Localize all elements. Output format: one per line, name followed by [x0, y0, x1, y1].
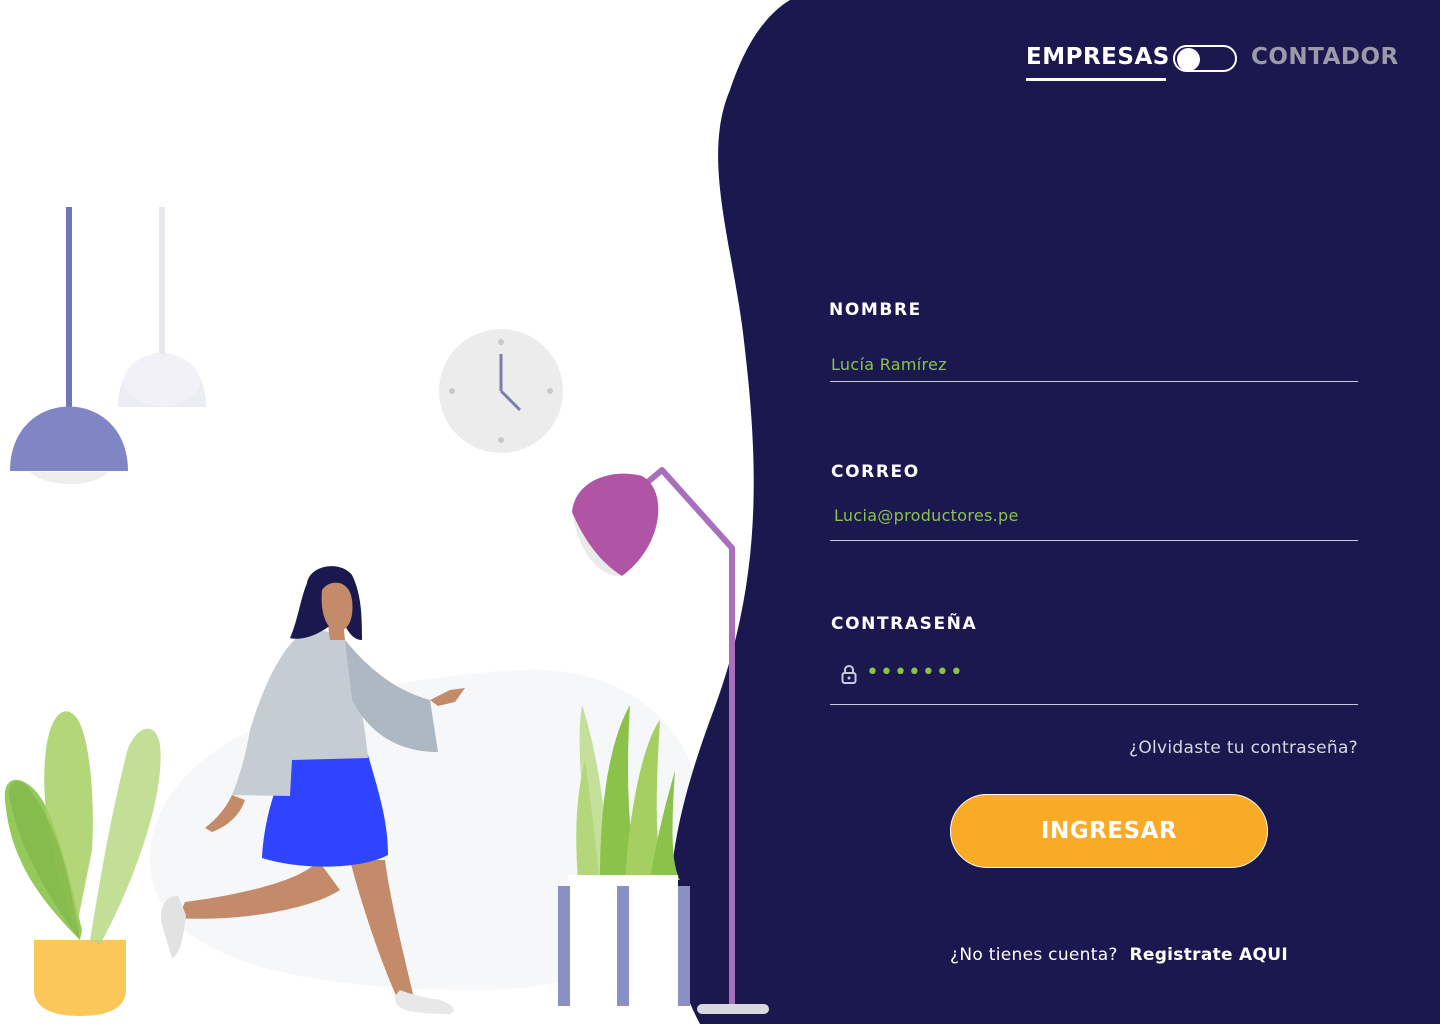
account-type-switch[interactable]: [1173, 45, 1237, 72]
register-prompt: ¿No tienes cuenta?: [950, 945, 1118, 965]
register-row: ¿No tienes cuenta? Registrate AQUI: [950, 945, 1288, 965]
lock-icon: [840, 664, 858, 684]
hanging-lamp-back-icon: [118, 207, 206, 407]
name-label: NOMBRE: [829, 300, 922, 320]
password-label: CONTRASEÑA: [831, 614, 978, 634]
hanging-lamp-front-icon: [10, 207, 128, 484]
clock-icon: [439, 329, 563, 453]
toggle-active-underline: [1026, 78, 1166, 81]
forgot-password-link[interactable]: ¿Olvidaste tu contraseña?: [1129, 738, 1358, 758]
password-input[interactable]: •••••••: [866, 660, 964, 685]
name-underline: [830, 381, 1358, 382]
email-input[interactable]: Lucia@productores.pe: [834, 506, 1354, 525]
switch-knob: [1177, 48, 1200, 71]
ingresar-button[interactable]: INGRESAR: [950, 794, 1268, 868]
name-input[interactable]: Lucía Ramírez: [831, 355, 1351, 374]
toggle-option-empresas[interactable]: EMPRESAS: [1026, 44, 1170, 70]
register-link[interactable]: Registrate AQUI: [1129, 945, 1288, 965]
toggle-option-contador[interactable]: CONTADOR: [1251, 44, 1399, 70]
email-underline: [830, 540, 1358, 541]
potted-plant-icon: [4, 711, 161, 1016]
password-underline: [830, 704, 1358, 705]
email-label: CORREO: [831, 462, 920, 482]
